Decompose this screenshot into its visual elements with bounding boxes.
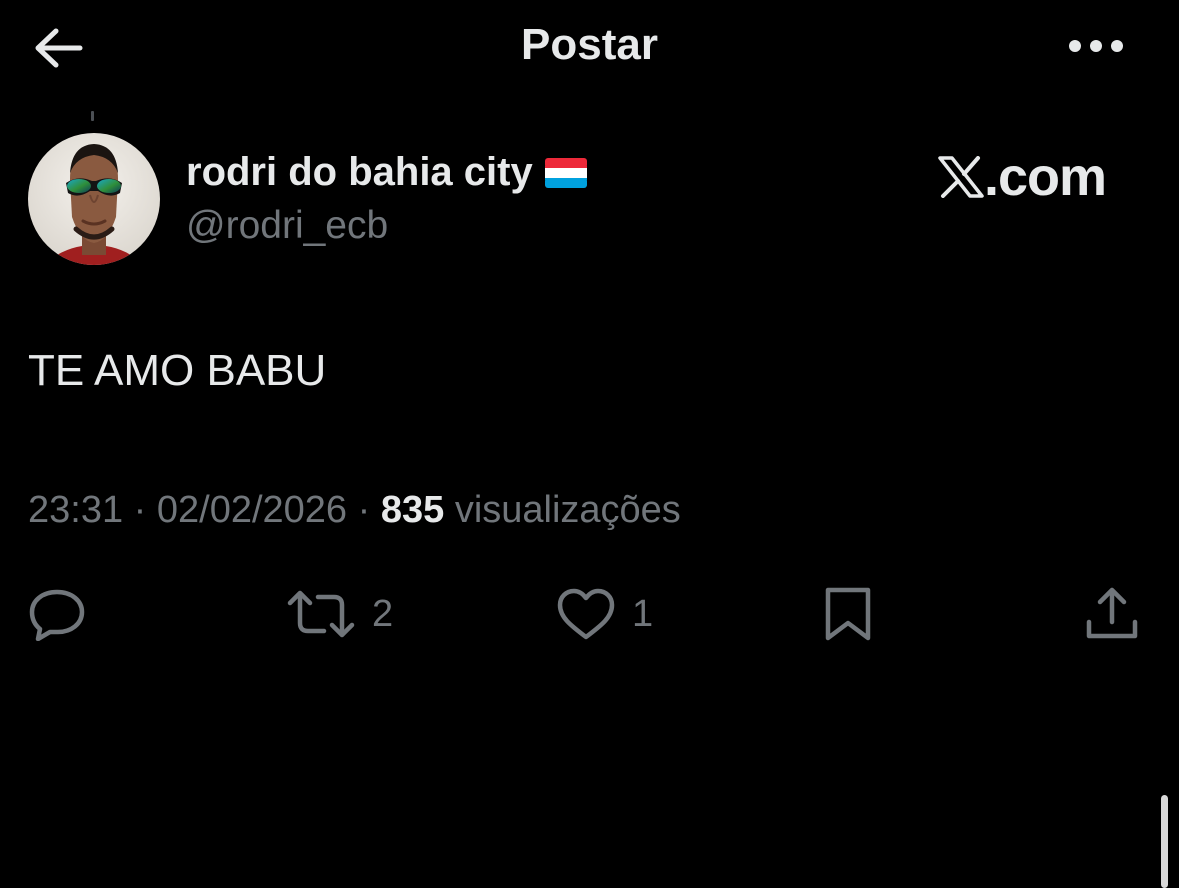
share-icon [1086, 587, 1138, 639]
more-options-button[interactable] [1058, 22, 1134, 70]
tweet-time[interactable]: 23:31 [28, 489, 123, 531]
repost-button[interactable]: 2 [286, 584, 393, 644]
thread-connector [91, 111, 94, 121]
reply-icon [29, 589, 85, 641]
author-handle[interactable]: @rodri_ecb [186, 204, 388, 248]
arrow-left-icon [35, 28, 83, 68]
views-label: visualizações [454, 489, 681, 531]
tweet-meta: 23:31 · 02/02/2026 · 835 visualizações [28, 489, 681, 532]
scrollbar[interactable] [1161, 795, 1168, 888]
repost-icon [287, 590, 355, 638]
x-logo-icon [938, 156, 984, 198]
share-button[interactable] [1084, 584, 1140, 644]
heart-icon [557, 588, 615, 640]
x-com-watermark: .com [938, 146, 1107, 208]
author-display-name: rodri do bahia city [186, 150, 533, 194]
meta-separator: · [123, 489, 157, 531]
avatar-photo [28, 133, 160, 265]
more-horizontal-icon [1069, 40, 1123, 52]
bookmark-icon [825, 587, 871, 641]
author-name-row[interactable]: rodri do bahia city [186, 150, 587, 195]
page-title: Postar [521, 20, 658, 69]
views-count: 835 [380, 489, 445, 531]
tweet-text: TE AMO BABU [28, 346, 327, 395]
tweet-date[interactable]: 02/02/2026 [157, 489, 347, 531]
bookmark-button[interactable] [822, 584, 874, 644]
back-button[interactable] [22, 18, 94, 78]
like-button[interactable]: 1 [556, 584, 653, 644]
repost-count: 2 [372, 592, 394, 635]
reply-button[interactable] [28, 584, 86, 644]
watermark-text: .com [984, 147, 1107, 207]
luxembourg-flag-icon [544, 157, 587, 188]
like-count: 1 [632, 592, 654, 635]
avatar[interactable] [28, 133, 160, 265]
meta-separator: · [347, 489, 381, 531]
